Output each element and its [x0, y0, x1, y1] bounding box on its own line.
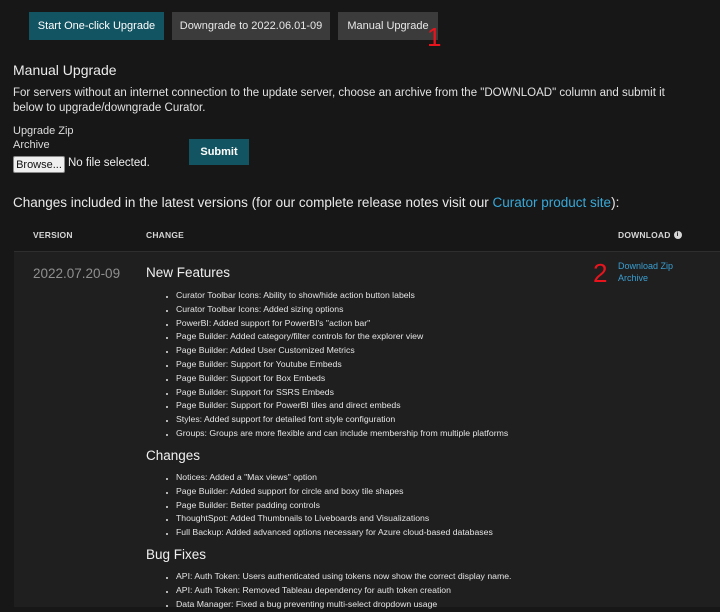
column-header-download: DOWNLOAD i: [618, 230, 682, 240]
group-title-new-features: New Features: [146, 265, 231, 280]
list-item: Page Builder: Better padding controls: [176, 499, 493, 513]
group-title-bug-fixes: Bug Fixes: [146, 547, 207, 562]
no-file-selected-text: No file selected.: [68, 157, 150, 169]
bug-fixes-list: API: Auth Token: Users authenticated usi…: [164, 570, 511, 611]
column-header-change: CHANGE: [146, 230, 185, 240]
list-item: Data Manager: Fixed a bug preventing mul…: [176, 598, 511, 612]
list-item: Page Builder: Support for PowerBI tiles …: [176, 399, 508, 413]
list-item: Styles: Added support for detailed font …: [176, 413, 508, 427]
list-item: PowerBI: Added support for PowerBI's "ac…: [176, 317, 508, 331]
list-item: API: Auth Token: Removed Tableau depende…: [176, 584, 511, 598]
upgrade-zip-label: Upgrade Zip Archive: [13, 125, 74, 151]
download-archive-link[interactable]: Archive: [618, 273, 648, 283]
submit-button[interactable]: Submit: [189, 139, 249, 165]
list-item: Page Builder: Support for Box Embeds: [176, 372, 508, 386]
list-item: Notices: Added a "Max views" option: [176, 471, 493, 485]
list-item: Page Builder: Support for Youtube Embeds: [176, 358, 508, 372]
list-item: Page Builder: Added category/filter cont…: [176, 330, 508, 344]
list-item: Curator Toolbar Icons: Added sizing opti…: [176, 303, 508, 317]
changes-list: Notices: Added a "Max views" option Page…: [164, 471, 493, 540]
manual-upgrade-description: For servers without an internet connecti…: [13, 87, 665, 114]
manual-upgrade-button[interactable]: Manual Upgrade: [338, 12, 438, 40]
list-item: Curator Toolbar Icons: Ability to show/h…: [176, 289, 508, 303]
annotation-marker-2: 2: [593, 258, 608, 288]
list-item: API: Auth Token: Users authenticated usi…: [176, 570, 511, 584]
column-header-version: VERSION: [33, 230, 73, 240]
list-item: Groups: Groups are more flexible and can…: [176, 427, 508, 441]
group-title-changes: Changes: [146, 448, 201, 463]
new-features-list: Curator Toolbar Icons: Ability to show/h…: [164, 289, 508, 441]
download-zip-link[interactable]: Download Zip: [618, 261, 673, 271]
downgrade-button[interactable]: Downgrade to 2022.06.01-09: [172, 12, 330, 40]
info-icon[interactable]: i: [673, 230, 682, 239]
list-item: Page Builder: Added User Customized Metr…: [176, 344, 508, 358]
list-item: ThoughtSpot: Added Thumbnails to Liveboa…: [176, 512, 493, 526]
curator-product-site-link[interactable]: Curator product site: [493, 195, 612, 210]
manual-upgrade-title: Manual Upgrade: [13, 62, 117, 78]
list-item: Page Builder: Added support for circle a…: [176, 485, 493, 499]
changes-heading: Changes included in the latest versions …: [13, 195, 620, 210]
annotation-marker-1: 1: [427, 22, 442, 52]
release-version: 2022.07.20-09: [33, 266, 121, 281]
list-item: Page Builder: Support for SSRS Embeds: [176, 386, 508, 400]
browse-button[interactable]: Browse...: [13, 156, 65, 173]
list-item: Full Backup: Added advanced options nece…: [176, 526, 493, 540]
start-one-click-upgrade-button[interactable]: Start One-click Upgrade: [29, 12, 164, 40]
